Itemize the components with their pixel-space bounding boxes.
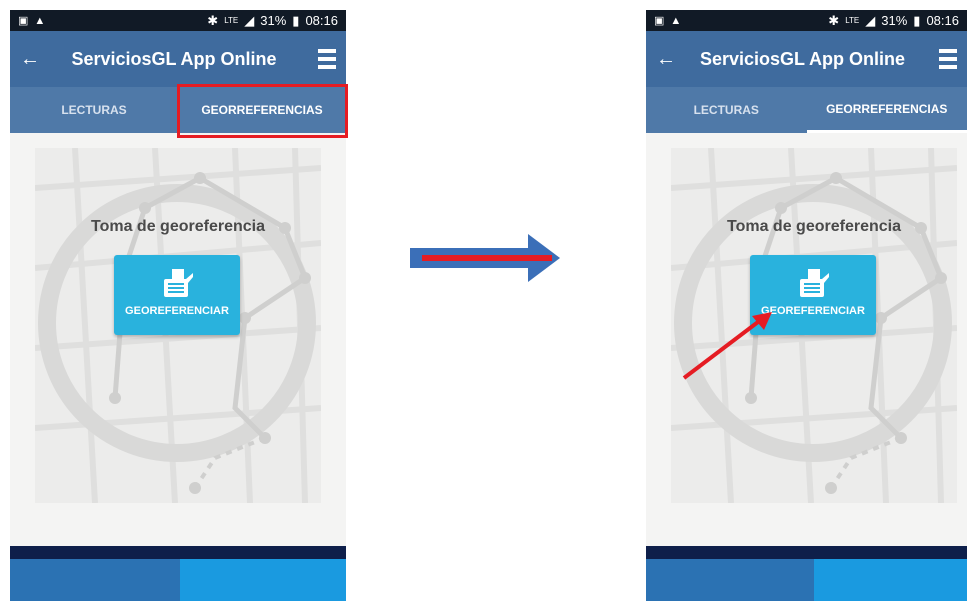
toma-georeferencia-title: Toma de georeferencia bbox=[91, 218, 265, 235]
printer-list-icon bbox=[164, 269, 193, 297]
battery-level: 31% bbox=[881, 13, 908, 28]
status-bar: ▣ ▲ ✱ LTE ◢ 31% ▮ 08:16 bbox=[10, 10, 346, 31]
bottom-tab-right[interactable] bbox=[180, 559, 346, 601]
tab-bar: LECTURAS GEORREFERENCIAS bbox=[646, 87, 967, 133]
tab-georreferencias[interactable]: GEORREFERENCIAS bbox=[806, 87, 967, 133]
bottom-tab-right[interactable] bbox=[814, 559, 967, 601]
network-type: LTE bbox=[224, 16, 239, 25]
hamburger-menu-icon[interactable] bbox=[318, 49, 336, 69]
warning-icon: ▲ bbox=[670, 14, 682, 27]
transition-arrow-icon bbox=[410, 234, 560, 282]
hamburger-menu-icon[interactable] bbox=[939, 49, 957, 69]
printer-list-icon bbox=[800, 269, 829, 297]
notification-icons: ▣ ▲ bbox=[18, 14, 46, 28]
pointer-arrow-icon bbox=[682, 312, 772, 380]
status-bar: ▣ ▲ ✱ LTE ◢ 31% ▮ 08:16 bbox=[646, 10, 967, 31]
toma-georeferencia-title: Toma de georeferencia bbox=[727, 218, 901, 235]
signal-icon: ◢ bbox=[865, 12, 876, 28]
back-arrow-icon[interactable]: ← bbox=[656, 48, 686, 71]
clock: 08:16 bbox=[926, 13, 959, 28]
app-bar: ← ServiciosGL App Online bbox=[10, 31, 346, 87]
signal-icon: ◢ bbox=[244, 12, 255, 28]
bluetooth-icon: ✱ bbox=[207, 12, 219, 28]
app-bar: ← ServiciosGL App Online bbox=[646, 31, 967, 87]
app-title: ServiciosGL App Online bbox=[71, 48, 277, 69]
tab-lecturas[interactable]: LECTURAS bbox=[10, 87, 178, 133]
battery-icon: ▮ bbox=[292, 12, 300, 28]
app-title: ServiciosGL App Online bbox=[699, 48, 906, 69]
tab-lecturas[interactable]: LECTURAS bbox=[646, 87, 807, 133]
bottom-tab-left[interactable] bbox=[646, 559, 814, 601]
tab-highlight-box bbox=[177, 84, 348, 138]
bottom-tab-left[interactable] bbox=[10, 559, 180, 601]
notification-icon: ▣ bbox=[654, 15, 665, 27]
notification-icon: ▣ bbox=[18, 15, 29, 27]
clock: 08:16 bbox=[305, 13, 338, 28]
georeferenciar-label: GEOREFERENCIAR bbox=[125, 305, 229, 317]
battery-icon: ▮ bbox=[913, 12, 921, 28]
bluetooth-icon: ✱ bbox=[828, 12, 840, 28]
status-right: ✱ LTE ◢ 31% ▮ 08:16 bbox=[207, 13, 338, 29]
georeferenciar-button[interactable]: GEOREFERENCIAR bbox=[114, 255, 240, 335]
phone-screen-after: ▣ ▲ ✱ LTE ◢ 31% ▮ 08:16 ← ServiciosGL Ap… bbox=[646, 10, 967, 601]
status-right: ✱ LTE ◢ 31% ▮ 08:16 bbox=[828, 13, 959, 29]
notification-icons: ▣ ▲ bbox=[654, 14, 682, 28]
network-type: LTE bbox=[845, 16, 860, 25]
warning-icon: ▲ bbox=[34, 14, 46, 27]
battery-level: 31% bbox=[260, 13, 287, 28]
back-arrow-icon[interactable]: ← bbox=[20, 48, 50, 71]
